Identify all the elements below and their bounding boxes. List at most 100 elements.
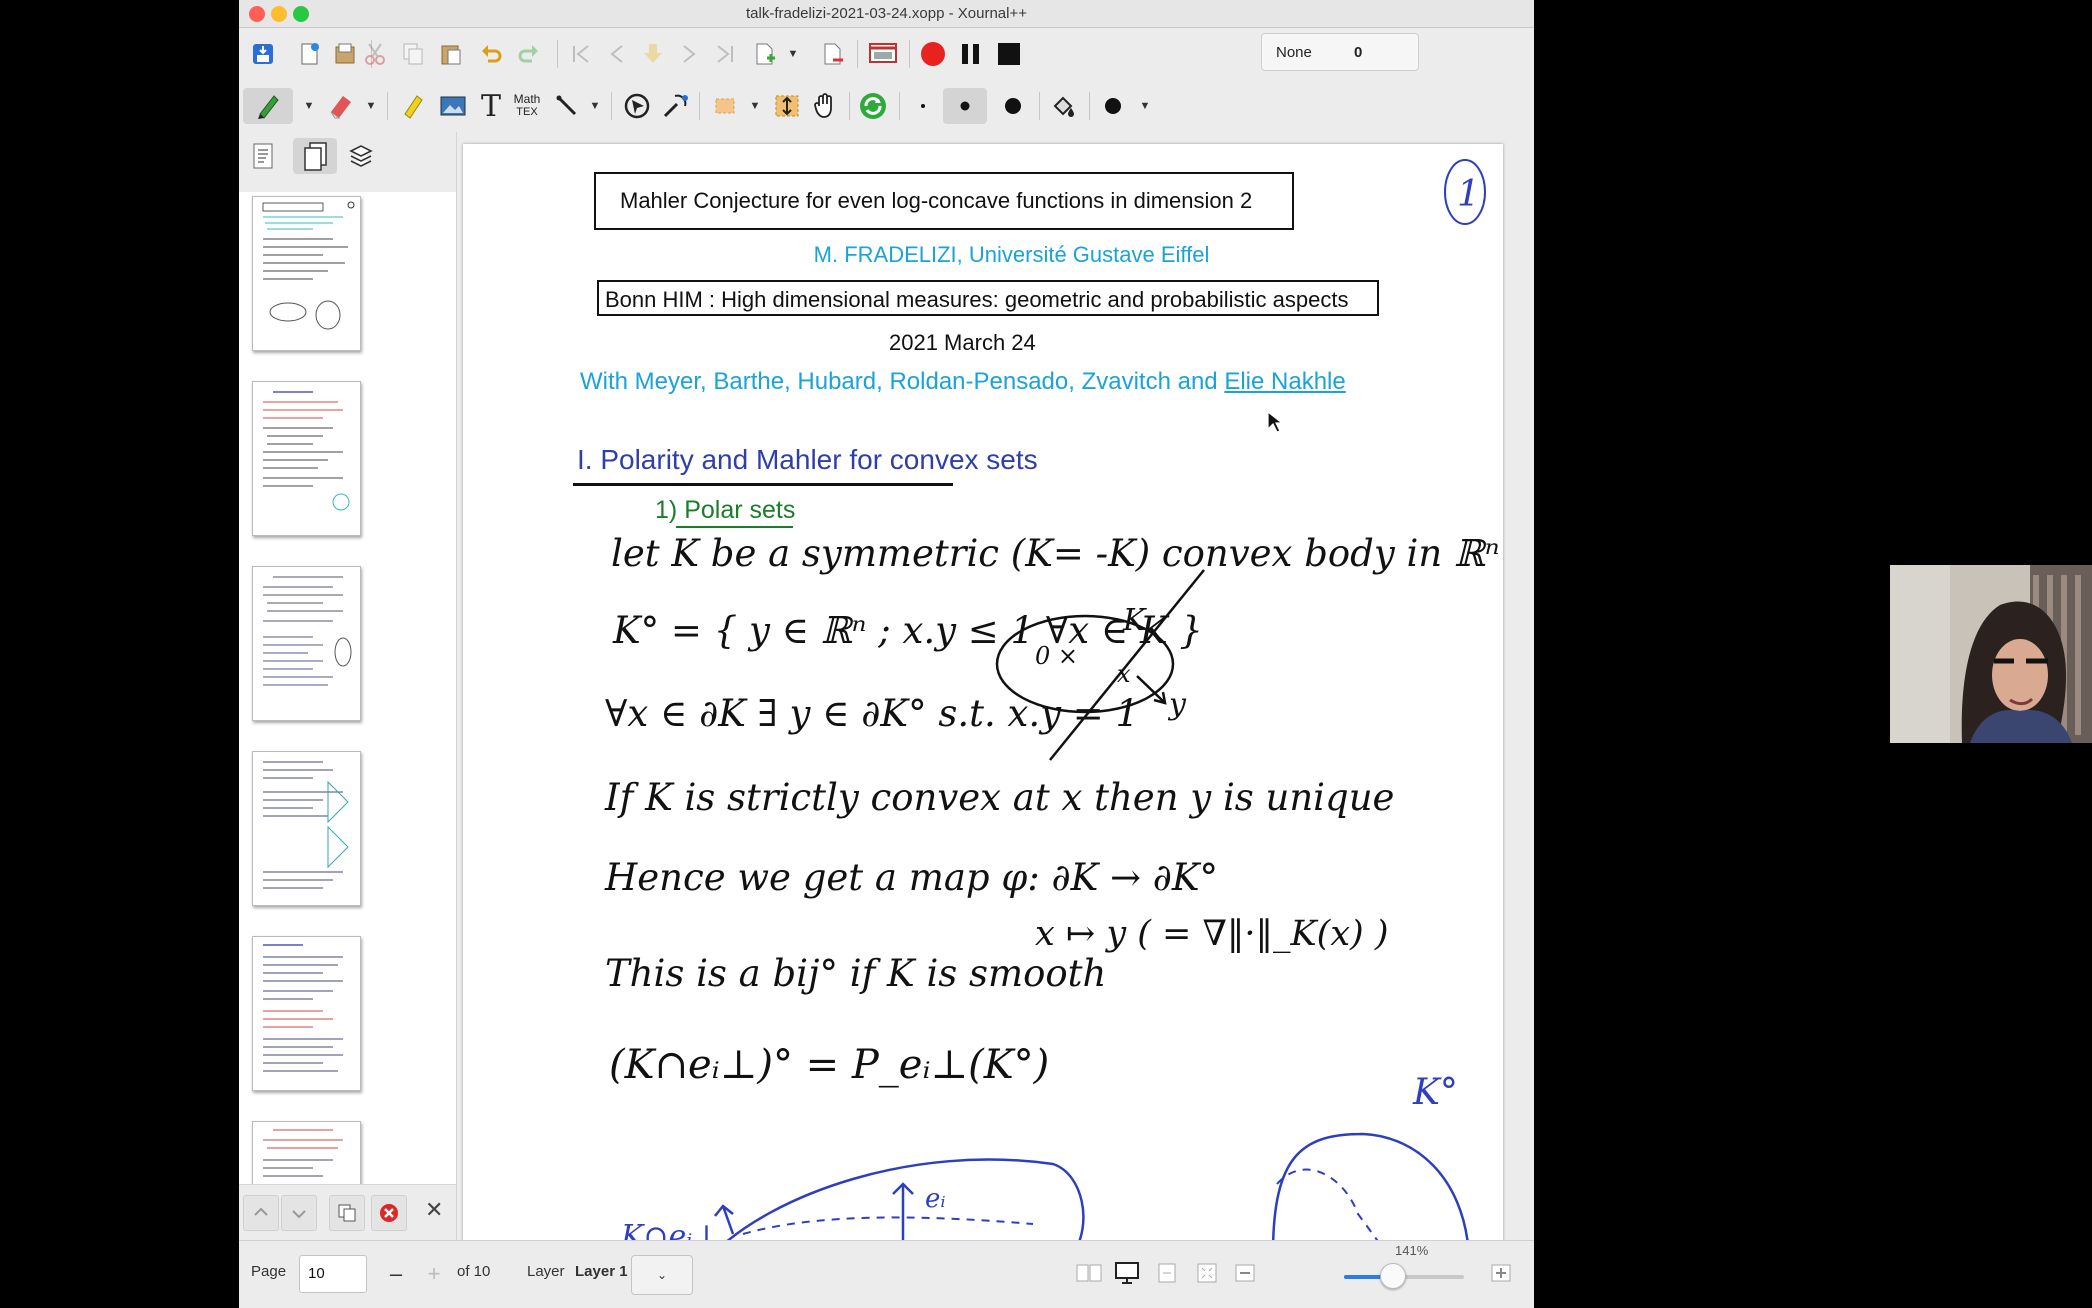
fit-width-icon[interactable] (1151, 1257, 1183, 1289)
eraser-tool-icon[interactable] (323, 88, 359, 124)
pause-icon[interactable] (953, 36, 989, 72)
page-thumbnail[interactable] (252, 566, 361, 721)
coauthor-link[interactable]: Elie Nakhle (1224, 368, 1345, 395)
xournal-window: talk-fradelizi-2021-03-24.xopp - Xournal… (239, 0, 1534, 1308)
color-black-icon[interactable] (1095, 88, 1131, 124)
tab-outline-icon[interactable] (245, 138, 281, 174)
undo-icon[interactable] (473, 36, 509, 72)
math-tex-tool-icon[interactable]: Math TEX (509, 88, 545, 124)
shape-tool-dropdown[interactable]: ▼ (587, 88, 603, 124)
layer-label: Layer (527, 1263, 565, 1280)
vertical-scrollbar[interactable] (1522, 144, 1528, 1234)
add-page-icon[interactable] (747, 36, 783, 72)
save-icon[interactable] (245, 36, 281, 72)
section-figure: K∩eᵢ⊥ eᵢ (620, 1158, 1085, 1240)
last-page-icon[interactable] (707, 36, 743, 72)
page-increment-button[interactable]: + (415, 1255, 453, 1293)
select-rectangle-icon[interactable] (707, 88, 743, 124)
image-tool-icon[interactable] (435, 88, 471, 124)
page-number-input[interactable]: 10 (299, 1255, 367, 1293)
section-heading: I. Polarity and Mahler for convex sets (577, 444, 1038, 475)
handwriting-line-7: This is a bij° if K is smooth (605, 952, 1107, 995)
section-underline (573, 483, 953, 486)
move-page-up-icon[interactable] (243, 1195, 279, 1231)
layer-dropdown-button[interactable]: ⌄ (631, 1255, 693, 1295)
polar-figure-1: K 0 × x y (995, 569, 1205, 761)
author-line: M. FRADELIZI, Université Gustave Eiffel (813, 242, 1210, 267)
close-sidebar-icon[interactable]: ✕ (425, 1197, 443, 1223)
stroke-medium-icon[interactable] (943, 88, 987, 124)
highlighter-tool-icon[interactable] (395, 88, 431, 124)
refresh-icon[interactable] (855, 88, 891, 124)
cut-icon[interactable] (357, 36, 393, 72)
copy-icon[interactable] (395, 36, 431, 72)
webcam-video (1890, 565, 2092, 743)
select-object-icon[interactable] (619, 88, 655, 124)
text-tool-icon[interactable]: T (473, 88, 509, 124)
add-page-dropdown[interactable]: ▼ (785, 36, 801, 72)
tab-layers-icon[interactable] (343, 138, 379, 174)
ruler-tool-icon[interactable] (549, 88, 585, 124)
page-thumbnail[interactable] (252, 196, 361, 351)
duplicate-page-icon[interactable] (329, 1195, 365, 1231)
selection-combo-count: 0 (1354, 44, 1363, 61)
event-line: Bonn HIM : High dimensional measures: ge… (605, 287, 1349, 312)
eraser-tool-dropdown[interactable]: ▼ (363, 88, 379, 124)
hand-tool-icon[interactable] (807, 88, 843, 124)
goto-page-icon[interactable] (635, 36, 671, 72)
document-canvas[interactable]: Mahler Conjecture for even log-concave f… (457, 132, 1534, 1240)
page-thumbnail[interactable] (252, 751, 361, 906)
tools-toolbar: ▼ ▼ T Math TEX ▼ ▼ ▼ (239, 80, 1534, 132)
fit-page-icon[interactable] (1191, 1257, 1223, 1289)
page-decrement-button[interactable]: – (377, 1255, 415, 1293)
handwriting-line-5: Hence we get a map φ: ∂K → ∂K° (605, 856, 1219, 899)
page-title: Mahler Conjecture for even log-concave f… (620, 188, 1253, 213)
move-page-down-icon[interactable] (281, 1195, 317, 1231)
page-mark-number: 1 (1457, 174, 1480, 215)
zoom-in-icon[interactable] (1485, 1257, 1517, 1289)
subsection-number: 1) (655, 496, 685, 524)
fill-color-icon[interactable] (1045, 88, 1081, 124)
date-line: 2021 March 24 (889, 330, 1036, 355)
new-document-icon[interactable] (291, 36, 327, 72)
select-tool-dropdown[interactable]: ▼ (747, 88, 763, 124)
stroke-thick-icon[interactable] (995, 88, 1031, 124)
vertical-space-icon[interactable] (769, 88, 805, 124)
two-pages-view-icon[interactable] (1073, 1257, 1105, 1289)
delete-page-button-icon[interactable] (371, 1195, 407, 1231)
zoom-slider-knob[interactable] (1380, 1263, 1407, 1289)
layer-value: Layer 1 (575, 1263, 628, 1280)
subsection-underline (676, 526, 793, 528)
color-dropdown[interactable]: ▼ (1137, 88, 1153, 124)
pen-tool-icon[interactable] (243, 88, 293, 124)
page-thumbnail[interactable] (252, 381, 361, 536)
coauthors-line: With Meyer, Barthe, Hubard, Roldan-Pensa… (580, 368, 1346, 396)
redo-icon[interactable] (511, 36, 547, 72)
handwriting-line-8: (K∩eᵢ⊥)° = P_eᵢ⊥(K°) (609, 1042, 1050, 1088)
selection-combo-value: None (1276, 44, 1312, 61)
subsection-title: Polar sets (684, 496, 796, 524)
next-page-icon[interactable] (671, 36, 707, 72)
record-icon[interactable] (915, 36, 951, 72)
stroke-fine-icon[interactable] (905, 88, 941, 124)
tab-page-previews-icon[interactable] (293, 138, 337, 174)
title-box: Mahler Conjecture for even log-concave f… (594, 172, 1294, 230)
play-object-icon[interactable] (657, 88, 693, 124)
delete-page-icon[interactable] (815, 36, 851, 72)
presentation-view-icon[interactable] (1111, 1257, 1143, 1289)
previous-page-icon[interactable] (599, 36, 635, 72)
paste-icon[interactable] (433, 36, 469, 72)
document-page: Mahler Conjecture for even log-concave f… (463, 144, 1503, 1240)
stop-icon[interactable] (991, 36, 1027, 72)
page-thumbnail[interactable] (252, 936, 361, 1091)
first-page-icon[interactable] (563, 36, 599, 72)
figure-label-ei: eᵢ (925, 1184, 946, 1214)
page-count: of 10 (457, 1263, 491, 1280)
presentation-mode-icon[interactable] (865, 36, 901, 72)
figure-label-Kpolar: K° (1412, 1072, 1458, 1113)
polar-figure-2: K° (1272, 1072, 1469, 1240)
pen-tool-dropdown[interactable]: ▼ (301, 88, 317, 124)
page-thumbnail[interactable] (252, 1121, 361, 1192)
selection-combo[interactable]: None 0 (1261, 33, 1419, 71)
zoom-out-icon[interactable] (1229, 1257, 1261, 1289)
